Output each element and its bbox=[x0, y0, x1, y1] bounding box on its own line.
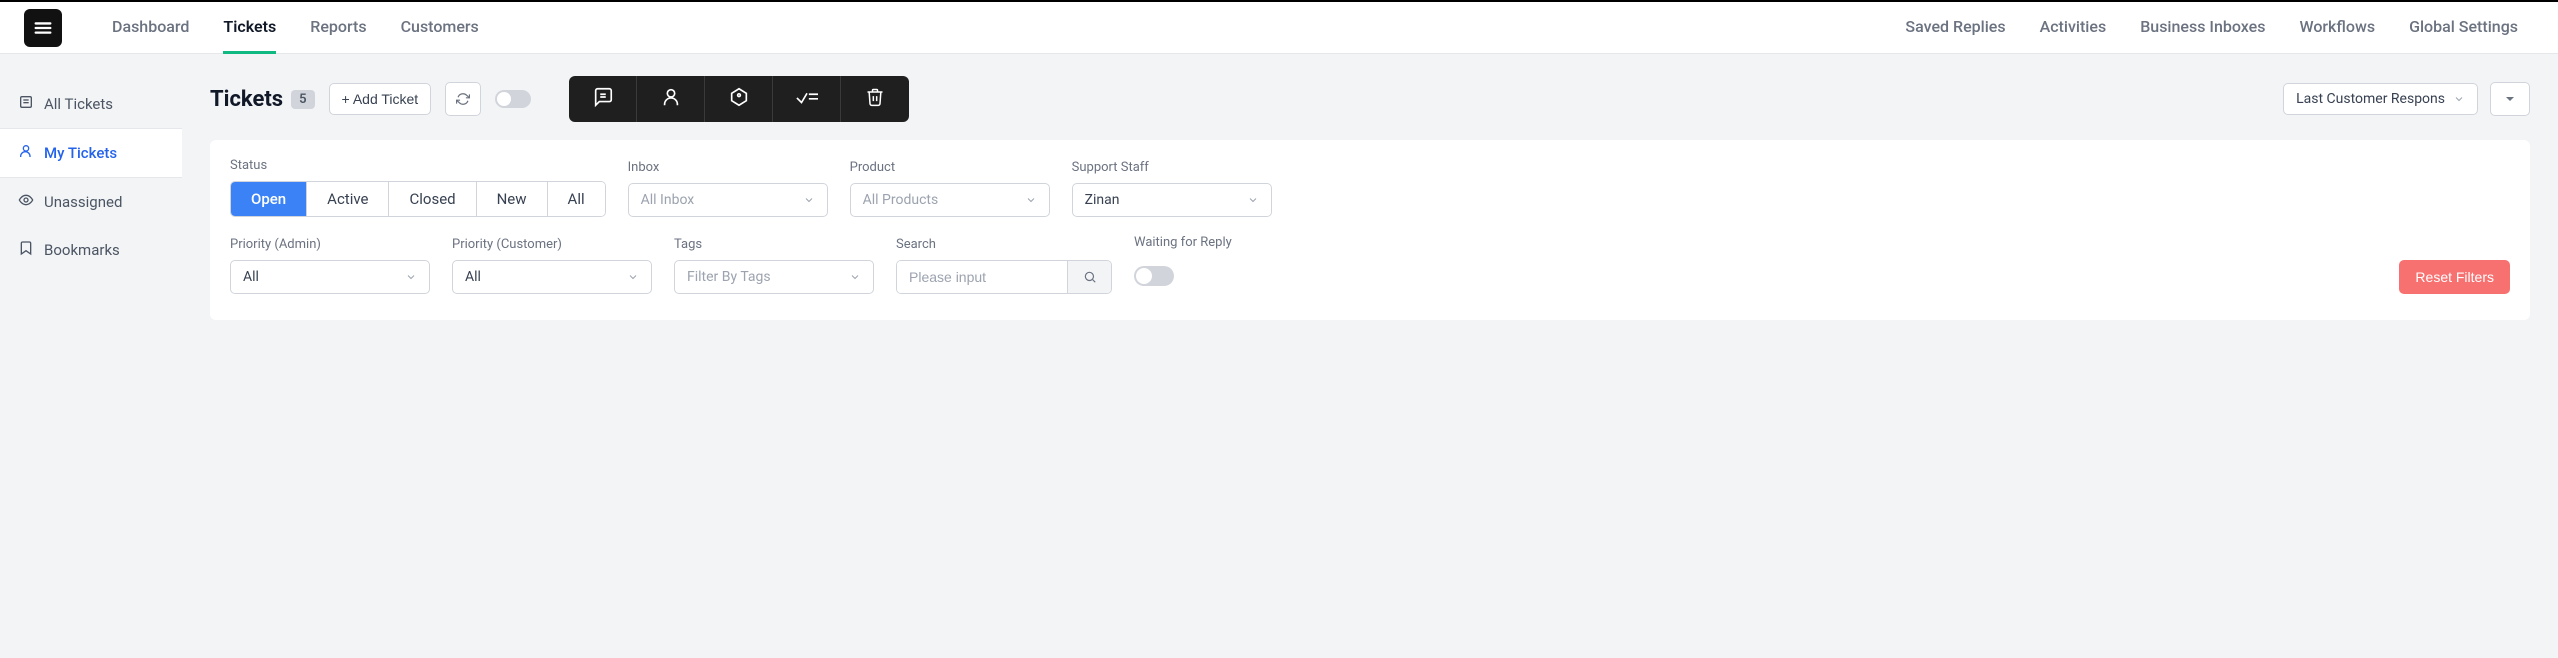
sidebar-item-my-tickets[interactable]: My Tickets bbox=[0, 128, 182, 178]
support-staff-label: Support Staff bbox=[1072, 160, 1272, 175]
assign-user-icon bbox=[660, 86, 682, 112]
sidebar-item-bookmarks[interactable]: Bookmarks bbox=[0, 226, 182, 274]
support-staff-select[interactable]: Zinan bbox=[1072, 183, 1272, 217]
header-toggle[interactable] bbox=[495, 90, 531, 108]
status-option-all[interactable]: All bbox=[548, 182, 605, 216]
status-label: Status bbox=[230, 158, 606, 173]
inbox-label: Inbox bbox=[628, 160, 828, 175]
status-option-active[interactable]: Active bbox=[307, 182, 389, 216]
status-option-open[interactable]: Open bbox=[231, 182, 307, 216]
user-icon bbox=[18, 143, 34, 163]
nav-activities[interactable]: Activities bbox=[2040, 3, 2107, 54]
app-logo[interactable] bbox=[24, 9, 62, 47]
status-option-new[interactable]: New bbox=[477, 182, 548, 216]
sidebar-item-label: Bookmarks bbox=[44, 241, 120, 259]
search-input[interactable] bbox=[897, 261, 1067, 293]
chevron-down-icon bbox=[803, 194, 815, 206]
bulk-action-assign-user[interactable]: b bbox=[637, 76, 705, 122]
nav-customers[interactable]: Customers bbox=[401, 3, 479, 54]
trash-icon bbox=[865, 86, 885, 112]
list-icon bbox=[18, 94, 34, 114]
chevron-down-icon bbox=[627, 271, 639, 283]
nav-global-settings[interactable]: Global Settings bbox=[2409, 3, 2518, 54]
chevron-down-icon bbox=[849, 271, 861, 283]
sort-value: Last Customer Respons bbox=[2296, 91, 2445, 107]
search-label: Search bbox=[896, 237, 1112, 252]
sidebar-item-label: My Tickets bbox=[44, 144, 117, 162]
nav-dashboard[interactable]: Dashboard bbox=[112, 3, 189, 54]
nav-workflows[interactable]: Workflows bbox=[2299, 3, 2375, 54]
nav-business-inboxes[interactable]: Business Inboxes bbox=[2140, 3, 2265, 54]
bulk-action-trash[interactable]: e bbox=[841, 76, 909, 122]
sort-select[interactable]: Last Customer Respons bbox=[2283, 83, 2478, 115]
inbox-value: All Inbox bbox=[641, 192, 695, 208]
priority-admin-select[interactable]: All bbox=[230, 260, 430, 294]
sidebar-item-all-tickets[interactable]: All Tickets bbox=[0, 80, 182, 128]
support-staff-value: Zinan bbox=[1085, 192, 1120, 208]
chevron-down-icon bbox=[1025, 194, 1037, 206]
nav-tickets[interactable]: Tickets bbox=[223, 3, 276, 54]
priority-customer-select[interactable]: All bbox=[452, 260, 652, 294]
bulk-action-mark-done[interactable]: d bbox=[773, 76, 841, 122]
chevron-down-icon bbox=[2453, 93, 2465, 105]
tags-label: Tags bbox=[674, 237, 874, 252]
add-ticket-label: + Add Ticket bbox=[342, 91, 419, 107]
tag-icon bbox=[728, 86, 750, 112]
caret-down-icon bbox=[2504, 93, 2516, 105]
chevron-down-icon bbox=[1247, 194, 1259, 206]
add-ticket-button[interactable]: + Add Ticket bbox=[329, 83, 432, 115]
page-title-text: Tickets bbox=[210, 87, 283, 112]
waiting-label: Waiting for Reply bbox=[1134, 235, 1232, 250]
tags-value: Filter By Tags bbox=[687, 269, 771, 285]
search-button[interactable] bbox=[1067, 261, 1111, 293]
bookmark-icon bbox=[18, 240, 34, 260]
bulk-action-toolbar: abcde bbox=[569, 76, 909, 122]
page-title: Tickets 5 bbox=[210, 87, 315, 112]
bulk-action-tag[interactable]: c bbox=[705, 76, 773, 122]
sidebar-item-label: All Tickets bbox=[44, 95, 113, 113]
eye-icon bbox=[18, 192, 34, 212]
sidebar-item-unassigned[interactable]: Unassigned bbox=[0, 178, 182, 226]
inbox-select[interactable]: All Inbox bbox=[628, 183, 828, 217]
product-value: All Products bbox=[863, 192, 939, 208]
product-label: Product bbox=[850, 160, 1050, 175]
priority-customer-label: Priority (Customer) bbox=[452, 237, 652, 252]
status-segmented: OpenActiveClosedNewAll bbox=[230, 181, 606, 217]
product-select[interactable]: All Products bbox=[850, 183, 1050, 217]
ticket-count-badge: 5 bbox=[291, 90, 314, 109]
reset-filters-button[interactable]: Reset Filters bbox=[2399, 260, 2510, 294]
refresh-button[interactable] bbox=[445, 82, 481, 116]
bulk-action-message[interactable]: a bbox=[569, 76, 637, 122]
status-option-closed[interactable]: Closed bbox=[389, 182, 476, 216]
priority-customer-value: All bbox=[465, 269, 481, 285]
waiting-toggle[interactable] bbox=[1134, 266, 1174, 286]
search-icon bbox=[1083, 270, 1097, 284]
priority-admin-label: Priority (Admin) bbox=[230, 237, 430, 252]
priority-admin-value: All bbox=[243, 269, 259, 285]
message-icon bbox=[592, 86, 614, 112]
sidebar-item-label: Unassigned bbox=[44, 193, 122, 211]
mark-done-icon bbox=[794, 86, 820, 112]
more-actions-button[interactable] bbox=[2490, 82, 2530, 116]
nav-saved-replies[interactable]: Saved Replies bbox=[1905, 3, 2005, 54]
nav-reports[interactable]: Reports bbox=[310, 3, 366, 54]
tags-select[interactable]: Filter By Tags bbox=[674, 260, 874, 294]
chevron-down-icon bbox=[405, 271, 417, 283]
